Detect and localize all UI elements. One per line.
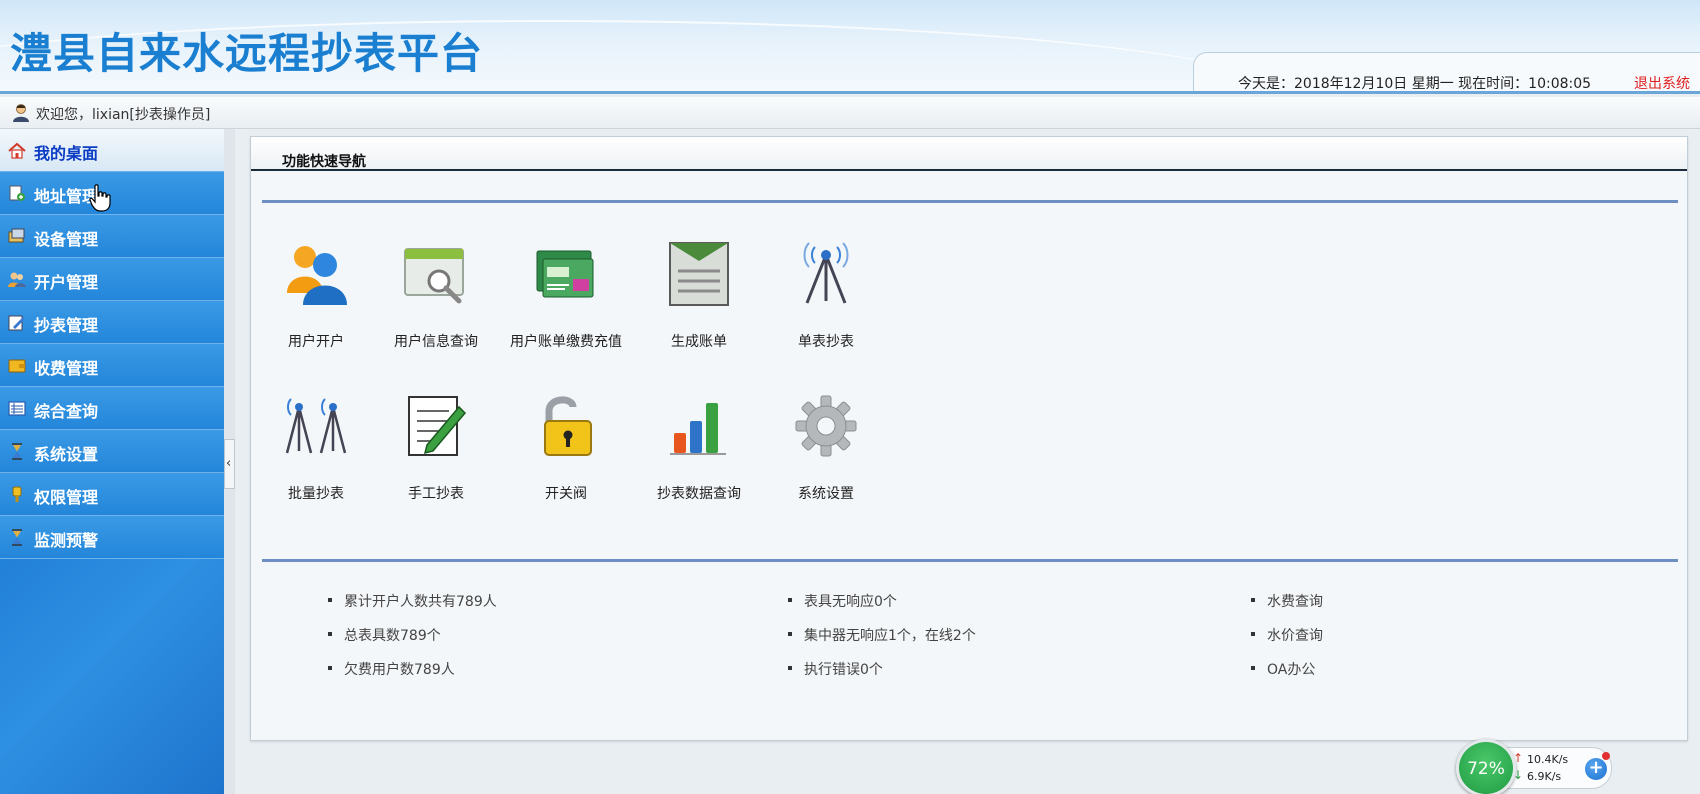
sidebar-item-label: 收费管理 <box>34 359 99 378</box>
search-window-icon <box>404 248 464 304</box>
tile-generate-bill[interactable]: 生成账单 <box>634 241 764 371</box>
tile-label: 抄表数据查询 <box>657 486 741 502</box>
logout-link[interactable]: 退出系统 <box>1634 73 1690 91</box>
stat-arrears-users: 欠费用户数789人 <box>328 659 455 679</box>
download-speed: 6.9K/s <box>1527 770 1562 783</box>
stat-execution-errors: 执行错误0个 <box>788 659 883 679</box>
panel-header: 功能快速导航 <box>251 137 1687 171</box>
sidebar-item-label: 抄表管理 <box>34 316 99 335</box>
sidebar: 我的桌面 地址管理 设备管理 开户管理 抄表管理 收费管理 综合查询 系统设置 … <box>0 129 224 794</box>
tile-label: 系统设置 <box>798 486 854 502</box>
stat-total-meters: 总表具数789个 <box>328 625 441 645</box>
mouse-cursor-icon <box>89 184 111 212</box>
sidebar-item-label: 综合查询 <box>34 402 99 421</box>
tile-meter-data-query[interactable]: 抄表数据查询 <box>634 393 764 523</box>
tile-single-meter-reading[interactable]: 单表抄表 <box>761 241 891 371</box>
sidebar-item-address[interactable]: 地址管理 <box>0 172 224 215</box>
sidebar-item-label: 系统设置 <box>34 445 99 464</box>
padlock-icon <box>544 396 592 456</box>
link-oa-office[interactable]: OA办公 <box>1250 659 1315 679</box>
upload-speed: 10.4K/s <box>1527 753 1569 766</box>
user-add-icon <box>287 246 347 305</box>
list-icon <box>8 401 26 416</box>
sidebar-item-desktop[interactable]: 我的桌面 <box>0 129 224 172</box>
tile-label: 用户账单缴费充值 <box>510 334 622 350</box>
hourglass-icon <box>12 443 22 460</box>
network-speed-widget[interactable]: ↑ 10.4K/s ↓ 6.9K/s + 72% <box>1456 739 1616 794</box>
sidebar-item-permissions[interactable]: 权限管理 <box>0 473 224 516</box>
sidebar-item-query[interactable]: 综合查询 <box>0 387 224 430</box>
sidebar-item-label: 开户管理 <box>34 273 99 292</box>
divider-top <box>262 200 1678 203</box>
link-water-fee-query[interactable]: 水费查询 <box>1251 591 1323 611</box>
app-title: 澧县自来水远程抄表平台 <box>10 29 484 78</box>
device-icon <box>8 228 25 243</box>
tile-label: 用户开户 <box>288 334 344 350</box>
tile-system-settings[interactable]: 系统设置 <box>761 393 891 523</box>
chevron-left-icon: ‹ <box>226 456 232 471</box>
sidebar-collapse-button[interactable]: ‹ <box>224 439 235 489</box>
tile-bill-payment-recharge[interactable]: 用户账单缴费充值 <box>501 241 631 371</box>
hourglass-icon <box>12 529 22 546</box>
sidebar-item-account[interactable]: 开户管理 <box>0 258 224 301</box>
quick-nav-panel: 功能快速导航 用户开户 用户信息查询 用户账单缴费充值 生成账单 单表抄表 批量… <box>250 136 1688 741</box>
tile-valve-switch[interactable]: 开关阀 <box>501 393 631 523</box>
multi-antenna-icon <box>285 398 347 454</box>
tile-label: 开关阀 <box>545 486 587 502</box>
edit-icon <box>8 315 25 331</box>
sidebar-item-billing[interactable]: 收费管理 <box>0 344 224 387</box>
tile-user-open-account[interactable]: 用户开户 <box>251 241 381 371</box>
user-avatar-icon <box>13 104 29 122</box>
notification-dot <box>1602 752 1610 760</box>
date-time-display: 今天是：2018年12月10日 星期一 现在时间：10:08:05 <box>1238 76 1592 92</box>
card-payment-icon <box>536 250 594 298</box>
stat-concentrator-status: 集中器无响应1个，在线2个 <box>788 625 976 645</box>
stat-meter-no-response: 表具无响应0个 <box>788 591 897 611</box>
tile-label: 单表抄表 <box>798 334 854 350</box>
tile-manual-meter-reading[interactable]: 手工抄表 <box>371 393 501 523</box>
tile-user-info-query[interactable]: 用户信息查询 <box>371 241 501 371</box>
tile-label: 生成账单 <box>671 334 727 350</box>
welcome-bar: 欢迎您，lixian[抄表操作员] <box>0 97 1700 129</box>
tile-label: 批量抄表 <box>288 486 344 502</box>
accelerate-plus-icon[interactable]: + <box>1585 758 1607 780</box>
memory-usage-ball[interactable]: 72% <box>1456 739 1516 794</box>
sidebar-item-label: 监测预警 <box>34 531 99 550</box>
bar-chart-icon <box>670 403 726 455</box>
sidebar-item-label: 权限管理 <box>34 488 99 507</box>
network-speed-box: ↑ 10.4K/s ↓ 6.9K/s + <box>1506 747 1612 789</box>
sidebar-item-monitoring-alert[interactable]: 监测预警 <box>0 516 224 559</box>
key-icon <box>12 486 22 502</box>
document-add-icon <box>9 185 25 201</box>
link-water-price-query[interactable]: 水价查询 <box>1251 625 1323 645</box>
sidebar-item-label: 设备管理 <box>34 230 99 249</box>
home-icon <box>8 142 26 159</box>
wallet-icon <box>8 359 26 373</box>
users-icon <box>8 272 26 287</box>
memory-usage-percent: 72% <box>1467 759 1505 779</box>
panel-title: 功能快速导航 <box>282 154 366 170</box>
notepad-pencil-icon <box>408 396 467 456</box>
sidebar-item-label: 我的桌面 <box>34 144 99 163</box>
sidebar-item-system-settings[interactable]: 系统设置 <box>0 430 224 473</box>
antenna-icon <box>803 242 849 304</box>
gear-icon <box>795 395 857 457</box>
stat-total-accounts: 累计开户人数共有789人 <box>328 591 497 611</box>
bill-icon <box>669 242 729 306</box>
divider-bottom <box>262 559 1678 562</box>
sidebar-item-meter-reading[interactable]: 抄表管理 <box>0 301 224 344</box>
tile-batch-meter-reading[interactable]: 批量抄表 <box>251 393 381 523</box>
tile-label: 手工抄表 <box>408 486 464 502</box>
tile-label: 用户信息查询 <box>394 334 478 350</box>
sidebar-item-device[interactable]: 设备管理 <box>0 215 224 258</box>
app-header: 澧县自来水远程抄表平台 今天是：2018年12月10日 星期一 现在时间：10:… <box>0 0 1700 94</box>
welcome-text: 欢迎您，lixian[抄表操作员] <box>36 107 211 123</box>
